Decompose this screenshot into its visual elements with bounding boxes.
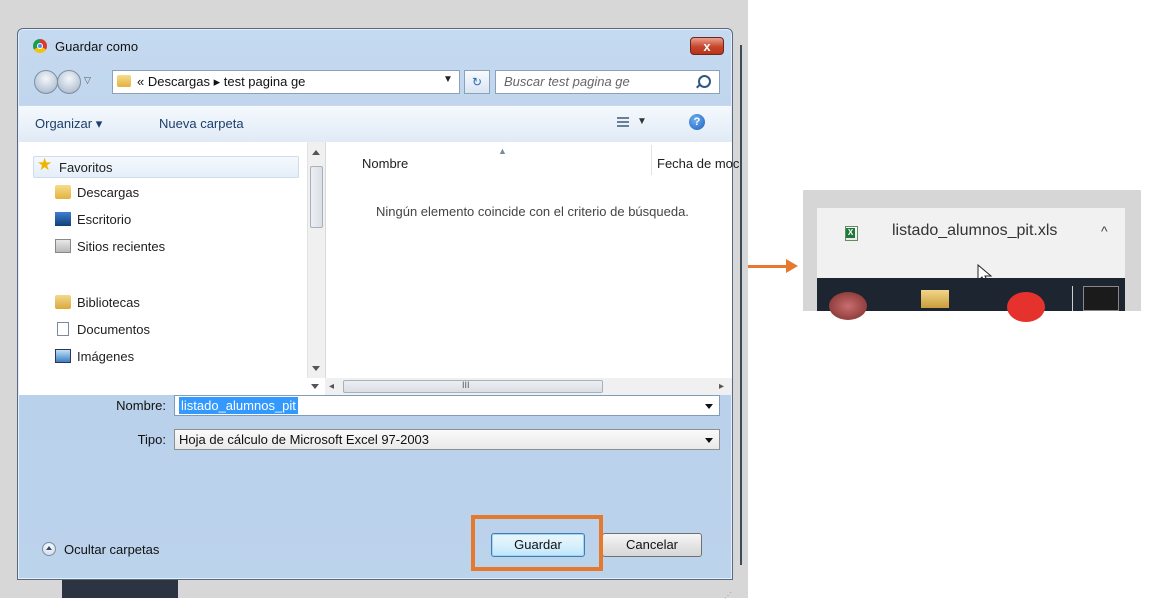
scroll-left-icon[interactable]: ◂ bbox=[329, 381, 334, 392]
forward-button[interactable] bbox=[57, 70, 81, 94]
folder-icon bbox=[117, 75, 131, 87]
view-dropdown-icon[interactable]: ▼ bbox=[637, 116, 647, 127]
excel-file-icon bbox=[845, 226, 858, 241]
taskbar-app-icon[interactable] bbox=[829, 292, 867, 320]
scroll-up-icon[interactable] bbox=[312, 150, 320, 155]
search-input[interactable]: Buscar test pagina ge bbox=[495, 70, 720, 94]
sort-ascending-icon: ▲ bbox=[498, 146, 507, 156]
scrollbar-thumb[interactable] bbox=[310, 166, 323, 228]
view-options-icon[interactable] bbox=[617, 117, 629, 127]
scroll-right-icon[interactable]: ▸ bbox=[719, 381, 724, 392]
downloads-folder-icon bbox=[55, 185, 71, 199]
recent-places-icon bbox=[55, 239, 71, 253]
cancel-button[interactable]: Cancelar bbox=[602, 533, 702, 557]
background-window-strip bbox=[62, 578, 178, 598]
navigation-pane-bottom bbox=[19, 378, 325, 395]
arrow-head-icon bbox=[786, 259, 798, 273]
type-label: Tipo: bbox=[137, 432, 166, 447]
scroll-down-icon[interactable] bbox=[312, 366, 320, 371]
libraries-icon bbox=[55, 295, 71, 309]
column-divider[interactable] bbox=[651, 145, 652, 175]
refresh-button[interactable]: ↻ bbox=[464, 70, 490, 94]
taskbar-folder-icon[interactable] bbox=[921, 290, 949, 308]
chevron-up-icon[interactable]: ^ bbox=[1101, 223, 1108, 239]
empty-message: Ningún elemento coincide con el criterio… bbox=[376, 204, 689, 219]
name-label: Nombre: bbox=[116, 398, 166, 413]
nav-item-bibliotecas[interactable]: Bibliotecas bbox=[77, 295, 140, 310]
download-file-name[interactable]: listado_alumnos_pit.xls bbox=[892, 222, 1057, 240]
new-folder-button[interactable]: Nueva carpeta bbox=[159, 116, 244, 131]
download-bar: listado_alumnos_pit.xls ^ bbox=[803, 190, 1141, 322]
address-path[interactable]: « Descargas ▸ test pagina ge bbox=[137, 74, 305, 90]
taskbar-strip bbox=[817, 278, 1125, 322]
save-button-highlight bbox=[471, 515, 603, 571]
dialog-title: Guardar como bbox=[55, 39, 139, 54]
arrow-line bbox=[748, 265, 788, 268]
search-placeholder: Buscar test pagina ge bbox=[504, 74, 630, 89]
toolbar: Organizar ▾ Nueva carpeta ▼ ? bbox=[19, 105, 731, 143]
file-type-select[interactable]: Hoja de cálculo de Microsoft Excel 97-20… bbox=[174, 429, 720, 450]
column-header-date[interactable]: Fecha de moc bbox=[657, 156, 739, 171]
resize-grip-icon[interactable]: ⋰ bbox=[724, 591, 732, 600]
taskbar-red-app-icon[interactable] bbox=[1007, 292, 1045, 322]
nav-item-sitios-recientes[interactable]: Sitios recientes bbox=[77, 239, 165, 254]
file-name-dropdown-icon[interactable] bbox=[705, 404, 713, 409]
collapse-icon[interactable] bbox=[42, 542, 56, 556]
nav-item-descargas[interactable]: Descargas bbox=[77, 185, 139, 200]
nav-item-documentos[interactable]: Documentos bbox=[77, 322, 150, 337]
taskbar-terminal-icon[interactable] bbox=[1083, 286, 1119, 311]
navigation-pane: ★ Favoritos Descargas Escritorio Sitios … bbox=[19, 142, 307, 378]
star-icon: ★ bbox=[37, 155, 53, 174]
scrollbar-thumb[interactable]: III bbox=[343, 380, 603, 393]
column-header-name[interactable]: Nombre bbox=[362, 156, 408, 171]
file-list: Nombre ▲ Fecha de moc Ningún elemento co… bbox=[325, 142, 739, 378]
taskbar-divider bbox=[1072, 286, 1073, 311]
recent-locations-dropdown-icon[interactable]: ▽ bbox=[84, 75, 91, 86]
horizontal-scrollbar[interactable]: ◂ III ▸ bbox=[325, 378, 731, 395]
organize-menu-button[interactable]: Organizar ▾ bbox=[35, 116, 102, 132]
documents-icon bbox=[57, 322, 69, 336]
scrollbar-grip: III bbox=[462, 380, 470, 390]
download-item[interactable]: listado_alumnos_pit.xls ^ bbox=[817, 208, 1125, 285]
file-type-dropdown-icon[interactable] bbox=[705, 438, 713, 443]
scroll-down-icon[interactable] bbox=[311, 384, 319, 389]
file-name-input[interactable]: listado_alumnos_pit bbox=[174, 395, 720, 416]
search-icon[interactable] bbox=[698, 75, 711, 88]
chrome-icon bbox=[33, 39, 47, 53]
help-icon[interactable]: ? bbox=[689, 114, 705, 130]
desktop-icon bbox=[55, 212, 71, 226]
file-type-value: Hoja de cálculo de Microsoft Excel 97-20… bbox=[179, 432, 430, 447]
nav-item-imagenes[interactable]: Imágenes bbox=[77, 349, 134, 364]
background-window-edge-right bbox=[740, 45, 742, 565]
close-button[interactable]: x bbox=[690, 37, 724, 55]
address-dropdown-icon[interactable]: ▼ bbox=[443, 74, 453, 85]
navigation-pane-scrollbar[interactable] bbox=[307, 142, 325, 378]
hide-folders-button[interactable]: Ocultar carpetas bbox=[64, 542, 159, 557]
nav-item-favoritos[interactable]: Favoritos bbox=[59, 160, 112, 175]
save-as-dialog: Guardar como x ▽ « Descargas ▸ test pagi… bbox=[17, 28, 739, 600]
file-name-value[interactable]: listado_alumnos_pit bbox=[179, 397, 298, 414]
back-button[interactable] bbox=[34, 70, 58, 94]
address-bar[interactable]: « Descargas ▸ test pagina ge ▼ bbox=[112, 70, 460, 94]
images-icon bbox=[55, 349, 71, 363]
nav-item-escritorio[interactable]: Escritorio bbox=[77, 212, 131, 227]
